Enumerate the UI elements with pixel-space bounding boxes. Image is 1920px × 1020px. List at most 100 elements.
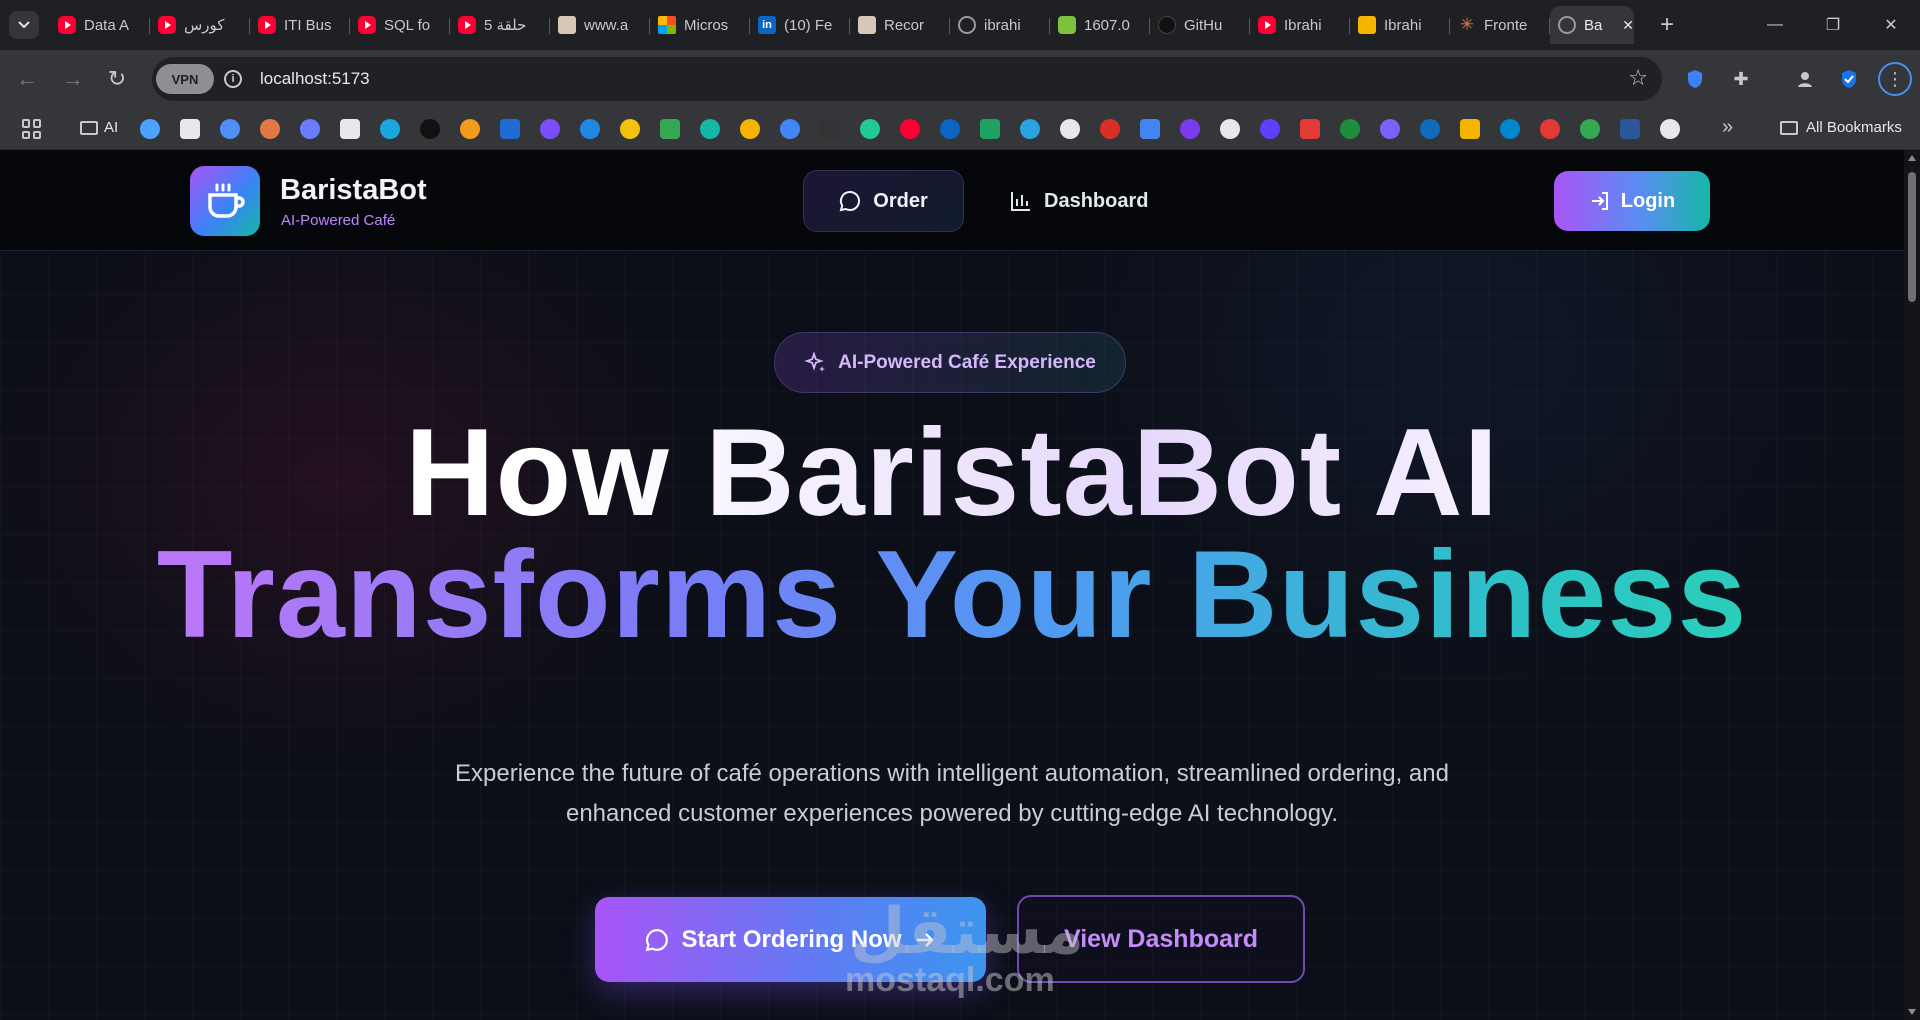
browser-tab[interactable]: ✳ Fronte: [1450, 6, 1550, 44]
bookmark-favicon-icon[interactable]: [1340, 119, 1360, 139]
bookmark-favicon-icon[interactable]: [380, 119, 400, 139]
smiley-icon: [1058, 16, 1076, 34]
avatar-icon: [558, 16, 576, 34]
restore-button[interactable]: ❐: [1804, 0, 1862, 50]
password-manager-icon[interactable]: [1680, 64, 1710, 94]
slides-icon: [1358, 16, 1376, 34]
bookmark-star-icon[interactable]: ☆: [1628, 65, 1648, 91]
new-tab-button[interactable]: +: [1653, 11, 1681, 39]
bookmark-favicon-icon[interactable]: [260, 119, 280, 139]
bookmark-favicon-icon[interactable]: [1060, 119, 1080, 139]
more-bookmarks-icon[interactable]: »: [1722, 116, 1733, 139]
scroll-down-arrow[interactable]: [1908, 1009, 1916, 1015]
address-bar[interactable]: VPN i localhost:5173 ☆: [152, 57, 1662, 101]
menu-kebab-icon[interactable]: ⋮: [1878, 62, 1912, 96]
bookmark-favicon-icon[interactable]: [580, 119, 600, 139]
site-info-icon[interactable]: i: [224, 70, 242, 88]
vpn-toggle[interactable]: VPN: [156, 64, 214, 94]
browser-tab[interactable]: كورس: [150, 6, 250, 44]
browser-tab[interactable]: 5 حلقة: [450, 6, 550, 44]
view-dashboard-button[interactable]: View Dashboard: [1017, 895, 1305, 983]
coffee-cup-icon[interactable]: [190, 166, 260, 236]
browser-tab[interactable]: 1607.0: [1050, 6, 1150, 44]
bookmark-favicon-icon[interactable]: [1580, 119, 1600, 139]
bookmark-favicon-icon[interactable]: [340, 119, 360, 139]
apps-grid-icon[interactable]: [22, 119, 42, 139]
bookmark-favicon-icon[interactable]: [1460, 119, 1480, 139]
bookmark-favicon-icon[interactable]: [860, 119, 880, 139]
bar-chart-icon: [1011, 192, 1030, 211]
browser-tab[interactable]: SQL fo: [350, 6, 450, 44]
brand-name[interactable]: BaristaBot: [280, 174, 427, 207]
bookmark-favicon-icon[interactable]: [1500, 119, 1520, 139]
browser-tab[interactable]: ITI Bus: [250, 6, 350, 44]
close-tab-icon[interactable]: ✕: [1622, 17, 1634, 34]
extensions-icon[interactable]: ✚: [1726, 64, 1756, 94]
bookmark-favicon-icon[interactable]: [460, 119, 480, 139]
scrollbar-thumb[interactable]: [1908, 172, 1916, 302]
start-ordering-button[interactable]: Start Ordering Now: [595, 897, 986, 982]
bookmark-favicon-icon[interactable]: [1140, 119, 1160, 139]
bookmark-favicon-icon[interactable]: [900, 119, 920, 139]
bookmark-folder-ai[interactable]: AI: [80, 119, 118, 136]
nav-order-link[interactable]: Order: [803, 170, 964, 232]
tab-title: ITI Bus: [284, 16, 332, 34]
scroll-up-arrow[interactable]: [1908, 155, 1916, 161]
bookmark-favicon-icon[interactable]: [420, 119, 440, 139]
youtube-icon: [58, 16, 76, 34]
bookmark-favicon-icon[interactable]: [1300, 119, 1320, 139]
bookmark-favicon-icon[interactable]: [140, 119, 160, 139]
bookmark-favicon-icon[interactable]: [620, 119, 640, 139]
bookmark-favicon-icon[interactable]: [1220, 119, 1240, 139]
youtube-icon: [258, 16, 276, 34]
tab-title: SQL fo: [384, 16, 431, 34]
bookmark-favicon-icon[interactable]: [300, 119, 320, 139]
bookmark-favicon-icon[interactable]: [1660, 119, 1680, 139]
nav-dashboard-link[interactable]: Dashboard: [1010, 170, 1160, 232]
browser-tab[interactable]: ibrahi: [950, 6, 1050, 44]
bookmark-favicon-icon[interactable]: [1100, 119, 1120, 139]
bookmark-favicon-icon[interactable]: [940, 119, 960, 139]
minimize-button[interactable]: —: [1746, 0, 1804, 50]
bookmark-favicon-icon[interactable]: [740, 119, 760, 139]
url-text[interactable]: localhost:5173: [260, 69, 370, 89]
bookmark-favicon-icon[interactable]: [780, 119, 800, 139]
bookmark-favicon-icon[interactable]: [1620, 119, 1640, 139]
bookmark-favicon-icon[interactable]: [500, 119, 520, 139]
bookmark-favicon-icon[interactable]: [1540, 119, 1560, 139]
close-window-button[interactable]: ✕: [1862, 0, 1920, 50]
browser-tab[interactable]: Recor: [850, 6, 950, 44]
browser-tab[interactable]: Ibrahi: [1250, 6, 1350, 44]
browser-tab[interactable]: Data A: [50, 6, 150, 44]
reload-button[interactable]: ↻: [102, 64, 132, 94]
bookmark-favicon-icon[interactable]: [1260, 119, 1280, 139]
browser-tab[interactable]: www.a: [550, 6, 650, 44]
page-scrollbar[interactable]: [1904, 150, 1920, 1020]
login-button[interactable]: Login: [1554, 171, 1710, 231]
tab-search-button[interactable]: [9, 11, 39, 39]
bookmark-favicon-icon[interactable]: [980, 119, 1000, 139]
browser-tab[interactable]: GitHu: [1150, 6, 1250, 44]
all-bookmarks-button[interactable]: All Bookmarks: [1780, 119, 1902, 136]
back-button[interactable]: ←: [12, 64, 42, 94]
bookmark-favicon-icon[interactable]: [660, 119, 680, 139]
bookmark-favicon-icon[interactable]: [1420, 119, 1440, 139]
tab-title: www.a: [584, 16, 629, 34]
profile-icon[interactable]: [1790, 64, 1820, 94]
bookmark-favicon-icon[interactable]: [1380, 119, 1400, 139]
bookmark-favicon-icon[interactable]: [540, 119, 560, 139]
shield-extension-icon[interactable]: [1834, 64, 1864, 94]
bookmark-favicon-icon[interactable]: [220, 119, 240, 139]
browser-tab[interactable]: Micros: [650, 6, 750, 44]
browser-tab[interactable]: in (10) Fe: [750, 6, 850, 44]
bookmark-favicon-icon[interactable]: [1180, 119, 1200, 139]
browser-tab[interactable]: Ibrahi: [1350, 6, 1450, 44]
forward-button[interactable]: →: [58, 64, 88, 94]
browser-tab[interactable]: Ba ✕: [1550, 6, 1634, 44]
login-arrow-icon: [1591, 192, 1608, 210]
bookmark-favicon-icon[interactable]: [180, 119, 200, 139]
bookmark-favicon-icon[interactable]: [700, 119, 720, 139]
hero-title-line2: Transforms Your Business: [0, 510, 1904, 680]
bookmark-favicon-icon[interactable]: [1020, 119, 1040, 139]
bookmark-favicon-icon[interactable]: [820, 119, 840, 139]
